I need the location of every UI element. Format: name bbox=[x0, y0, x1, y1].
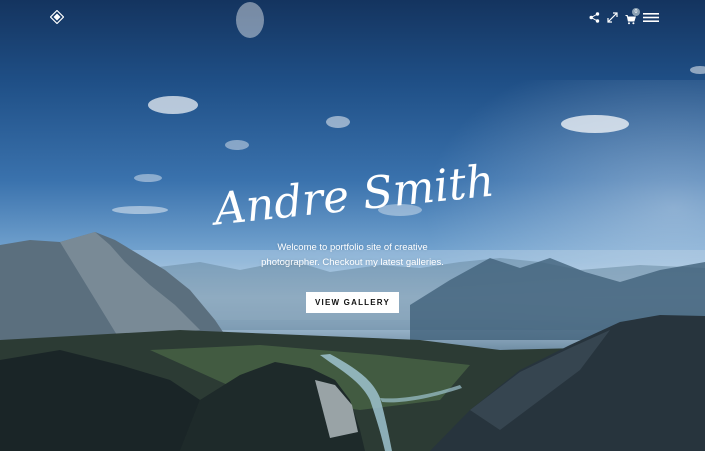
hero-tagline-line-1: Welcome to portfolio site of creative bbox=[277, 242, 428, 253]
cart-count-badge: 0 bbox=[632, 7, 640, 16]
hero-title-text: Andre Smith bbox=[210, 158, 497, 236]
fullscreen-icon[interactable] bbox=[607, 11, 618, 23]
hero-tagline-line-2: photographer. Checkout my latest galleri… bbox=[261, 257, 444, 268]
diamond-logo-icon[interactable] bbox=[50, 10, 64, 24]
hero-section: 0 Andre Smith Welcome to portfolio site … bbox=[0, 0, 705, 451]
share-icon[interactable] bbox=[589, 11, 600, 23]
cart-button[interactable]: 0 bbox=[625, 7, 640, 24]
hero-tagline: Welcome to portfolio site of creative ph… bbox=[240, 240, 465, 270]
header-actions: 0 bbox=[589, 7, 659, 26]
view-gallery-button[interactable]: VIEW GALLERY bbox=[306, 292, 399, 313]
hero-title: Andre Smith bbox=[210, 158, 497, 236]
menu-icon[interactable] bbox=[643, 12, 659, 23]
